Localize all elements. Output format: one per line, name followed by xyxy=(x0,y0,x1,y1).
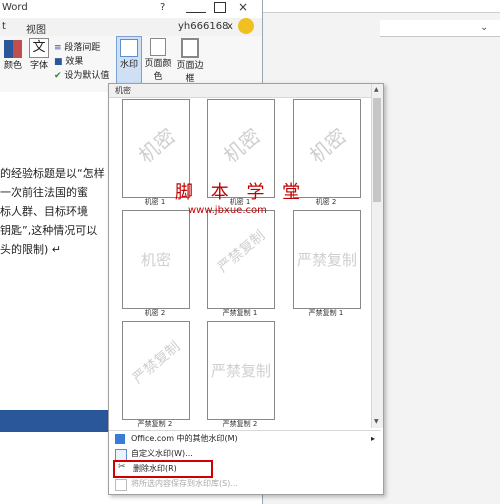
watermark-button[interactable]: 水印 xyxy=(116,36,142,86)
remove-watermark-icon: ✂ xyxy=(118,462,126,472)
site-watermark-url: www.jbxue.com xyxy=(188,205,267,216)
menu-divider xyxy=(109,430,381,431)
watermark-label: 水印 xyxy=(119,60,138,70)
font-icon: 文 xyxy=(29,38,49,58)
background-window-toolbar: ⌄ xyxy=(380,20,500,37)
watermark-sample-text: 机密 xyxy=(133,123,180,168)
thumbnail-caption: 严禁复制 1 xyxy=(222,309,258,317)
check-icon: ✔ xyxy=(54,71,62,81)
font-label: 字体 xyxy=(29,61,48,71)
document-line-3: 标人群、目标环境 xyxy=(0,205,88,218)
more-watermarks-label: Office.com 中的其他水印(M) xyxy=(131,434,238,443)
custom-watermark-label: 自定义水印(W)... xyxy=(131,449,193,458)
font-button[interactable]: 文 字体 xyxy=(28,38,50,71)
effects-icon: ■ xyxy=(54,57,63,67)
watermark-sample-text: 严禁复制 xyxy=(296,251,357,269)
watermark-gallery-dropdown: 机密 ▲ ▼ 机密 机密 1 机密 机密 1 机密 机密 2 机密 机密 2 严… xyxy=(108,83,384,495)
page-color-icon xyxy=(150,38,166,56)
watermark-thumbnail[interactable]: 严禁复制 xyxy=(207,321,275,420)
gallery-scrollbar[interactable]: ▲ ▼ xyxy=(371,84,383,428)
effects-label: 效果 xyxy=(65,57,84,67)
office-icon xyxy=(115,434,125,444)
page-border-label: 页面边框 xyxy=(176,61,204,84)
page-color-label: 页面颜色 xyxy=(144,59,172,82)
watermark-thumbnail[interactable]: 严禁复制 xyxy=(122,321,190,420)
user-name[interactable]: yh666168 xyxy=(178,21,228,32)
page-color-button[interactable]: 页面颜色 xyxy=(143,38,173,82)
page-border-button[interactable]: 页面边框 xyxy=(174,38,206,84)
submenu-arrow-icon: ▸ xyxy=(371,434,376,443)
thumbnail-caption: 机密 2 xyxy=(144,309,166,317)
document-line-1: 的经验标题是以“怎样 xyxy=(0,167,105,180)
watermark-sample-text: 严禁复制 xyxy=(210,362,271,380)
avatar[interactable] xyxy=(238,18,254,34)
scroll-down-icon[interactable]: ▼ xyxy=(374,418,379,425)
watermark-icon xyxy=(120,39,138,57)
thumbnail-caption: 严禁复制 2 xyxy=(222,420,258,428)
chevron-down-icon[interactable]: ⌄ xyxy=(480,22,488,33)
background-window-topbar xyxy=(263,0,500,13)
thumbnail-caption: 严禁复制 1 xyxy=(308,309,344,317)
remove-watermark-label: 删除水印(R) xyxy=(133,464,177,473)
title-bar: Word ? × xyxy=(0,0,262,18)
watermark-thumbnail[interactable]: 严禁复制 xyxy=(207,210,275,309)
page-border-icon xyxy=(181,38,199,58)
paragraph-spacing-button[interactable]: ≡ 段落间距 xyxy=(54,40,116,53)
window-title: Word xyxy=(2,2,28,13)
save-to-gallery-item[interactable]: 将所选内容保存到水印库(S)... xyxy=(109,477,381,491)
watermark-thumbnail[interactable]: 严禁复制 xyxy=(293,210,361,309)
watermark-sample-text: 机密 xyxy=(218,123,265,168)
help-icon[interactable]: ? xyxy=(160,2,165,13)
maximize-icon[interactable] xyxy=(214,2,226,13)
close-icon[interactable]: × xyxy=(238,0,248,14)
effects-button[interactable]: ■ 效果 xyxy=(54,54,116,67)
paragraph-spacing-label: 段落间距 xyxy=(64,43,101,53)
watermark-sample-text: 机密 xyxy=(140,251,171,269)
watermark-sample-text: 机密 xyxy=(304,123,351,168)
more-watermarks-item[interactable]: Office.com 中的其他水印(M) ▸ xyxy=(109,432,381,446)
tab-partial[interactable]: t xyxy=(2,21,6,32)
minimize-icon[interactable] xyxy=(186,0,206,13)
set-default-label: 设为默认值 xyxy=(64,71,110,81)
thumbnail-caption: 严禁复制 2 xyxy=(137,420,173,428)
document-line-5: 头的限制) ↵ xyxy=(0,243,62,256)
paragraph-spacing-icon: ≡ xyxy=(54,43,62,53)
tab-view[interactable]: 视图 xyxy=(26,21,46,36)
color-label: 颜色 xyxy=(3,61,22,71)
ribbon-tabs: t 视图 yh666168 x xyxy=(0,18,262,37)
document-line-4: 钥匙”,这种情况可以 xyxy=(0,224,98,237)
user-close-icon[interactable]: x xyxy=(227,21,233,32)
document-line-2: 一次前往法国的蜜 xyxy=(0,186,88,199)
gallery-section-header: 机密 xyxy=(109,84,371,98)
watermark-thumbnail[interactable]: 机密 xyxy=(122,210,190,309)
scroll-thumb[interactable] xyxy=(373,98,381,202)
remove-watermark-item[interactable]: ✂ 删除水印(R) xyxy=(113,460,213,478)
scroll-up-icon[interactable]: ▲ xyxy=(374,86,379,93)
watermark-sample-text: 严禁复制 xyxy=(215,227,269,276)
color-button[interactable]: 颜色 xyxy=(2,40,24,71)
save-to-gallery-label: 将所选内容保存到水印库(S)... xyxy=(131,479,238,488)
site-watermark-text: 脚 本 学 堂 xyxy=(175,182,307,203)
save-to-gallery-icon xyxy=(115,479,127,491)
watermark-sample-text: 严禁复制 xyxy=(130,338,184,387)
custom-watermark-item[interactable]: 自定义水印(W)... xyxy=(109,447,381,461)
set-default-button[interactable]: ✔ 设为默认值 xyxy=(54,68,116,81)
color-palette-icon xyxy=(4,40,22,58)
